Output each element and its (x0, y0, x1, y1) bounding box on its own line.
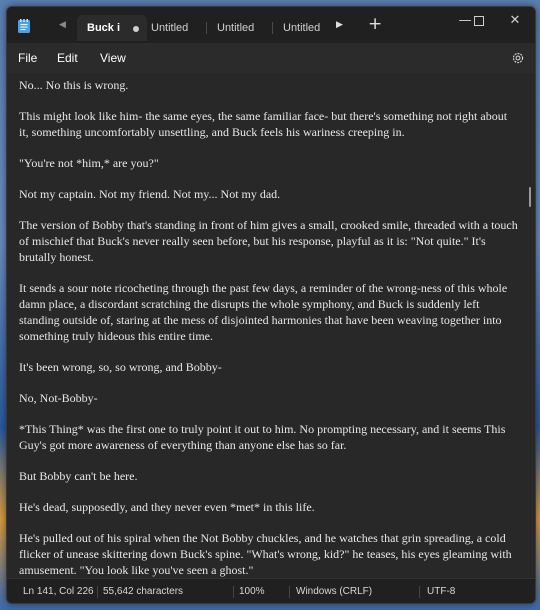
tab-label: Untitled (151, 22, 189, 34)
tab-buck[interactable]: Buck i (77, 15, 147, 41)
paragraph: "You're not *him,* are you?" (19, 156, 159, 170)
scrollbar-thumb[interactable] (529, 187, 531, 207)
close-icon[interactable]: ✕ (497, 10, 533, 32)
title-bar: ◀ Buck i Untitled Untitled Untitled ▶ + … (7, 7, 535, 43)
notepad-window: ◀ Buck i Untitled Untitled Untitled ▶ + … (6, 6, 536, 604)
status-divider (289, 586, 290, 598)
text-editor[interactable]: No... No this is wrong. This might look l… (7, 73, 535, 577)
chevron-left-icon[interactable]: ◀ (59, 20, 66, 30)
cursor-position: Ln 141, Col 226 (23, 586, 94, 597)
status-divider (419, 586, 420, 598)
encoding[interactable]: UTF-8 (427, 579, 455, 603)
notepad-icon (18, 19, 30, 33)
status-bar: Ln 141, Col 226 55,642 characters 100% W… (7, 578, 535, 603)
tab-untitled-3[interactable]: Untitled (273, 15, 333, 41)
paragraph: The version of Bobby that's standing in … (19, 218, 518, 264)
line-ending[interactable]: Windows (CRLF) (296, 579, 372, 603)
paragraph: No... No this is wrong. (19, 78, 129, 92)
zoom-level[interactable]: 100% (239, 579, 265, 603)
document-text[interactable]: No... No this is wrong. This might look l… (19, 77, 519, 577)
menu-view[interactable]: View (100, 43, 126, 73)
paragraph: Not my captain. Not my friend. Not my...… (19, 187, 281, 201)
tab-label: Buck i (87, 22, 121, 34)
plus-icon[interactable]: + (368, 14, 382, 34)
character-count: 55,642 characters (103, 586, 184, 597)
tab-untitled-2[interactable]: Untitled (207, 15, 271, 41)
paragraph: This might look like him- the same eyes,… (19, 109, 508, 139)
chevron-right-icon[interactable]: ▶ (336, 20, 343, 30)
paragraph: *This Thing* was the first one to truly … (19, 422, 506, 452)
tab-label: Untitled (283, 22, 321, 34)
paragraph: He's pulled out of his spiral when the N… (19, 531, 512, 577)
paragraph: But Bobby can't be here. (19, 469, 138, 483)
status-divider (233, 586, 234, 598)
paragraph: No, Not-Bobby- (19, 391, 98, 405)
tab-untitled-1[interactable]: Untitled (141, 15, 205, 41)
paragraph: It's been wrong, so, so wrong, and Bobby… (19, 360, 222, 374)
status-divider (97, 586, 98, 598)
paragraph: He's dead, supposedly, and they never ev… (19, 500, 315, 514)
paragraph: It sends a sour note ricocheting through… (19, 281, 508, 343)
menu-bar: File Edit View (7, 43, 535, 73)
unsaved-dot-icon (133, 26, 139, 32)
tab-label: Untitled (217, 22, 255, 34)
gear-icon[interactable] (511, 51, 525, 65)
menu-edit[interactable]: Edit (57, 43, 78, 73)
menu-file[interactable]: File (18, 43, 37, 73)
maximize-icon[interactable] (461, 10, 497, 32)
